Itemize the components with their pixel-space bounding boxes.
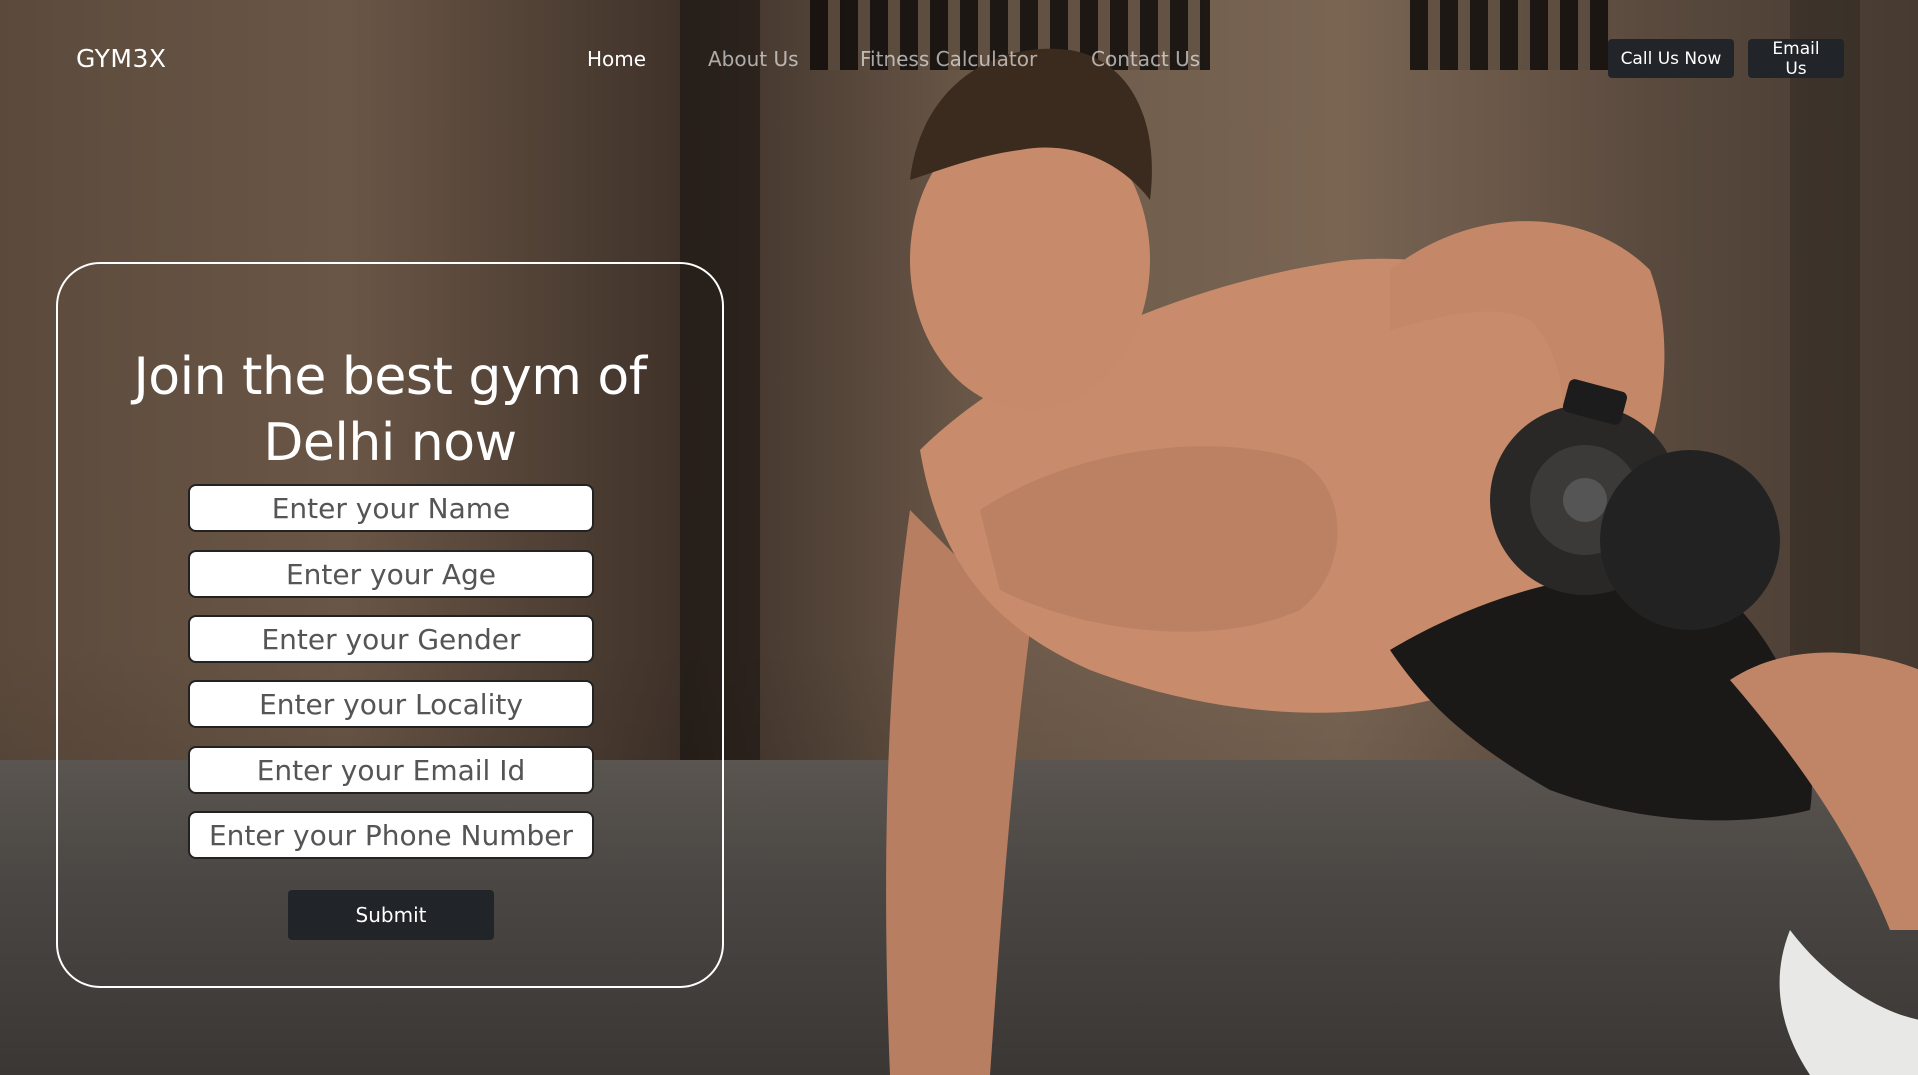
age-input[interactable] bbox=[188, 550, 594, 598]
signup-card: Join the best gym of Delhi now Submit bbox=[56, 262, 724, 988]
signup-heading: Join the best gym of Delhi now bbox=[58, 344, 722, 476]
signup-heading-line1: Join the best gym of bbox=[133, 347, 647, 407]
athlete-photo bbox=[886, 48, 1918, 1075]
brand-logo[interactable]: GYM3X bbox=[76, 44, 167, 73]
locality-input[interactable] bbox=[188, 680, 594, 728]
submit-button[interactable]: Submit bbox=[288, 890, 494, 940]
nav-fitness-calculator[interactable]: Fitness Calculator bbox=[860, 47, 1037, 71]
call-us-button[interactable]: Call Us Now bbox=[1608, 39, 1734, 78]
top-navbar: GYM3X Home About Us Fitness Calculator C… bbox=[0, 0, 1918, 120]
nav-contact-us[interactable]: Contact Us bbox=[1091, 47, 1200, 71]
signup-heading-line2: Delhi now bbox=[263, 413, 517, 473]
nav-home[interactable]: Home bbox=[587, 47, 646, 71]
gender-input[interactable] bbox=[188, 615, 594, 663]
email-us-button[interactable]: Email Us bbox=[1748, 39, 1844, 79]
name-input[interactable] bbox=[188, 484, 594, 532]
email-input[interactable] bbox=[188, 746, 594, 794]
phone-input[interactable] bbox=[188, 811, 594, 859]
nav-about-us[interactable]: About Us bbox=[708, 47, 799, 71]
